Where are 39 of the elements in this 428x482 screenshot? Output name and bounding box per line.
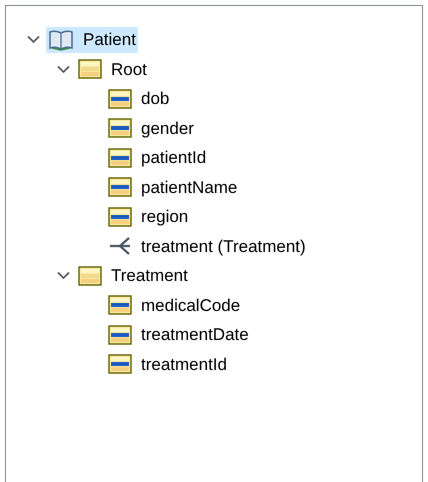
item-label: dob [141, 88, 170, 110]
item-label: medicalCode [141, 294, 240, 316]
tree-item[interactable]: patientName [106, 174, 240, 200]
table-icon [108, 148, 132, 168]
item-label: Treatment [111, 265, 188, 287]
tree-item[interactable]: treatment (Treatment) [106, 233, 308, 260]
tree-item[interactable]: gender [106, 115, 196, 142]
table-icon [108, 118, 132, 138]
tree-item[interactable]: region [106, 204, 190, 230]
tree-item[interactable]: patientId [106, 144, 208, 171]
tree-item[interactable]: dob [106, 86, 172, 112]
table-icon [108, 295, 132, 316]
tree-item[interactable]: medicalCode [106, 292, 242, 318]
chevron-icon[interactable] [26, 35, 40, 44]
tree-item[interactable]: Root [76, 56, 149, 82]
table-icon [108, 88, 132, 109]
table-icon [78, 59, 102, 80]
item-label: treatment (Treatment) [141, 236, 306, 258]
table-icon [108, 354, 132, 374]
table-icon [108, 177, 132, 198]
item-label: patientName [141, 176, 238, 198]
item-label: patientId [141, 147, 206, 169]
item-label: treatmentDate [141, 324, 249, 346]
table-icon [108, 324, 132, 345]
item-label: region [141, 206, 188, 228]
book-icon [48, 28, 74, 51]
tree-item[interactable]: treatmentDate [106, 322, 251, 348]
item-label: Patient [83, 29, 136, 51]
item-label: Root [111, 58, 147, 80]
table-icon [78, 266, 102, 286]
chevron-icon[interactable] [56, 271, 70, 280]
tree-item[interactable]: Patient [46, 26, 138, 53]
item-label: treatmentId [141, 354, 227, 376]
fork-icon [108, 236, 132, 256]
tree-item[interactable]: Treatment [76, 262, 190, 289]
tree-item[interactable]: treatmentId [106, 351, 229, 378]
chevron-icon[interactable] [56, 64, 70, 74]
item-label: gender [141, 118, 194, 140]
table-icon [108, 206, 132, 227]
